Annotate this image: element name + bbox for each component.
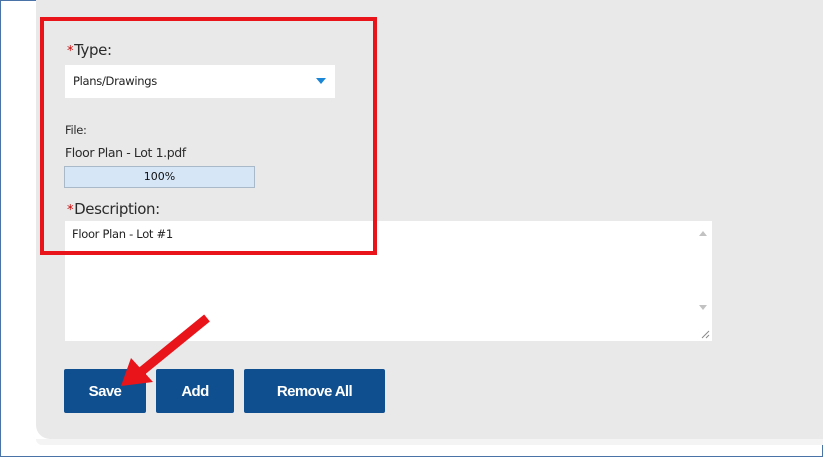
panel-shadow <box>36 439 823 445</box>
remove-all-button[interactable]: Remove All <box>244 369 385 413</box>
resize-handle-icon[interactable] <box>700 329 710 339</box>
scroll-up-arrow-icon[interactable] <box>699 231 707 236</box>
description-label-text: Description: <box>74 200 160 218</box>
type-label-text: Type: <box>74 41 112 59</box>
dropdown-caret-icon[interactable] <box>316 78 326 84</box>
file-label: File: <box>65 123 87 137</box>
type-label: *Type: <box>67 41 112 59</box>
required-marker: * <box>67 44 74 59</box>
description-textarea[interactable]: Floor Plan - Lot #1 <box>65 221 712 341</box>
type-select[interactable]: Plans/Drawings <box>65 65 335 98</box>
description-value: Floor Plan - Lot #1 <box>72 227 173 241</box>
type-select-value: Plans/Drawings <box>73 74 157 88</box>
required-marker: * <box>67 203 74 218</box>
file-name: Floor Plan - Lot 1.pdf <box>65 145 186 160</box>
description-label: *Description: <box>67 200 160 218</box>
upload-progress-bar: 100% <box>64 166 255 188</box>
upload-progress-text: 100% <box>143 170 176 183</box>
scroll-down-arrow-icon[interactable] <box>699 305 707 310</box>
add-button[interactable]: Add <box>156 369 234 413</box>
save-button[interactable]: Save <box>64 369 146 413</box>
textarea-scrollbar[interactable] <box>694 221 712 341</box>
